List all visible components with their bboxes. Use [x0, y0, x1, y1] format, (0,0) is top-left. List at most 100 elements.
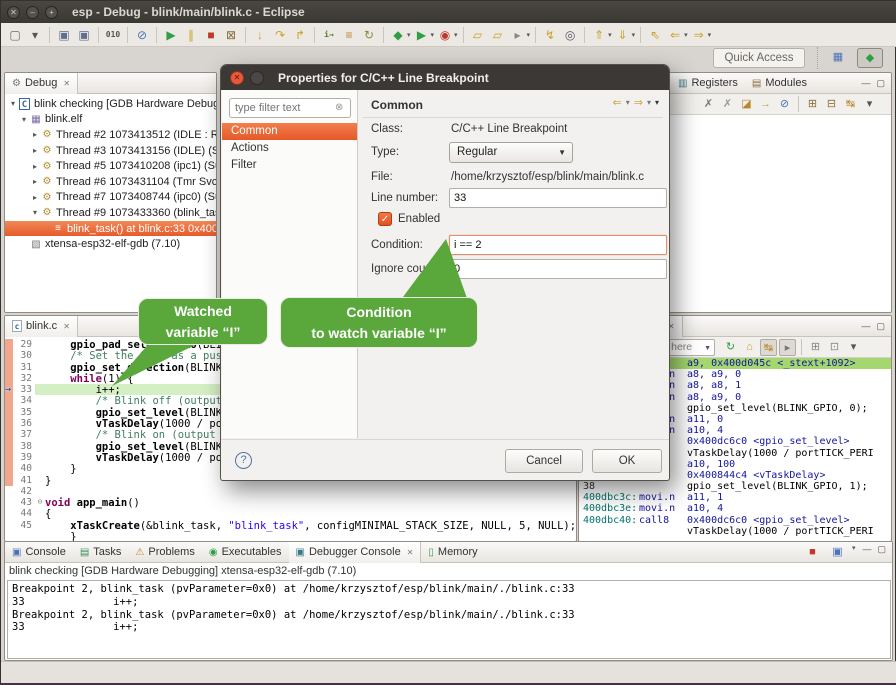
dialog-maximize-button[interactable] [250, 71, 264, 85]
tab-problems[interactable]: ⚠Problems [128, 542, 201, 563]
disconnect-icon[interactable]: ⊠ [222, 26, 240, 44]
minimize-icon[interactable]: — [861, 321, 870, 332]
expanded-icon[interactable]: ▾ [8, 99, 18, 108]
chevron-down-icon[interactable]: ▾ [632, 31, 636, 39]
launch-icon[interactable]: ▸ [509, 26, 527, 44]
tab-memory[interactable]: ▯Memory [421, 542, 484, 563]
display-console-icon[interactable]: ▣ [829, 544, 846, 561]
track-icon[interactable]: ▸ [779, 339, 796, 356]
home-icon[interactable]: ⌂ [741, 339, 758, 356]
flash-icon[interactable]: ↯ [541, 26, 559, 44]
collapsed-icon[interactable]: ▸ [30, 162, 40, 171]
step-over-icon[interactable]: ↷ [271, 26, 289, 44]
view-menu-icon[interactable]: ▾ [861, 96, 878, 113]
collapse-all-icon[interactable]: ⊟ [823, 96, 840, 113]
debug-tree-row[interactable]: ▾▦blink.elf [5, 112, 216, 128]
goto-file-icon[interactable]: → [757, 96, 774, 113]
resume-icon[interactable]: ▶ [162, 26, 180, 44]
tab-blink-c[interactable]: c blink.c ✕ [5, 316, 78, 337]
new-view-icon[interactable]: ⊞ [807, 339, 824, 356]
forward-icon[interactable]: ⇒ [690, 26, 708, 44]
profile-icon[interactable]: ◉ [436, 26, 454, 44]
step-return-icon[interactable]: ↱ [291, 26, 309, 44]
close-icon[interactable]: ✕ [63, 322, 70, 331]
minimize-icon[interactable]: — [861, 78, 870, 89]
maximize-icon[interactable]: ▢ [877, 544, 886, 561]
line-number-input[interactable] [449, 188, 667, 208]
maximize-icon[interactable]: ▢ [876, 78, 885, 89]
suspend-icon[interactable]: ∥ [182, 26, 200, 44]
c-perspective-button[interactable]: ▦ [825, 48, 851, 68]
terminate-icon[interactable]: ■ [202, 26, 220, 44]
window-minimize-button[interactable]: – [26, 6, 39, 19]
chevron-down-icon[interactable]: ▾ [407, 31, 411, 39]
chevron-down-icon[interactable]: ▾ [684, 31, 688, 39]
chevron-down-icon[interactable]: ▾ [852, 544, 856, 561]
dialog-nav-item-filter[interactable]: Filter [222, 157, 357, 174]
forward-icon[interactable]: ⇒ [634, 96, 643, 109]
pin-icon[interactable]: ⊡ [826, 339, 843, 356]
tab-console[interactable]: ▣Console [5, 542, 73, 563]
forward-dropdown-icon[interactable]: ▾ [647, 98, 651, 107]
expanded-icon[interactable]: ▾ [30, 208, 40, 217]
expand-all-icon[interactable]: ⊞ [804, 96, 821, 113]
window-maximize-button[interactable]: + [45, 6, 58, 19]
chevron-down-icon[interactable]: ▾ [527, 31, 531, 39]
step-into-icon[interactable]: ↓ [251, 26, 269, 44]
clear-filter-icon[interactable]: ⊗ [335, 102, 343, 113]
save-icon[interactable]: ▣ [55, 26, 73, 44]
open-project-icon[interactable]: ▱ [469, 26, 487, 44]
import-icon[interactable]: ▱ [489, 26, 507, 44]
remove-breakpoint-icon[interactable]: ✗ [700, 96, 717, 113]
window-close-button[interactable]: ✕ [7, 6, 20, 19]
reverse-icon[interactable]: ↻ [360, 26, 378, 44]
back-dropdown-icon[interactable]: ▾ [626, 98, 630, 107]
show-supported-icon[interactable]: ◪ [738, 96, 755, 113]
console-output[interactable]: Breakpoint 2, blink_task (pvParameter=0x… [7, 580, 891, 659]
enabled-checkbox[interactable]: ✓ [378, 212, 392, 226]
maximize-icon[interactable]: ▢ [876, 321, 885, 332]
skip-all-icon[interactable]: ⊘ [776, 96, 793, 113]
ok-button[interactable]: OK [592, 449, 662, 473]
tab-tasks[interactable]: ▤Tasks [73, 542, 129, 563]
run-icon[interactable]: ▶ [413, 26, 431, 44]
collapsed-icon[interactable]: ▸ [30, 177, 40, 186]
view-menu-icon[interactable]: ▾ [845, 339, 862, 356]
dialog-nav-item-common[interactable]: Common [222, 123, 357, 140]
stack-frame-row[interactable]: ≡blink_task() at blink.c:33 0x400db [5, 221, 216, 237]
tab-modules[interactable]: ▤Modules [745, 73, 814, 94]
external-icon[interactable]: ◎ [561, 26, 579, 44]
debug-tree-row[interactable]: ▸⚙Thread #3 1073413156 (IDLE) (Susp [5, 143, 216, 159]
back-icon[interactable]: ⇐ [613, 96, 622, 109]
debug-perspective-button[interactable]: ◆ [857, 48, 883, 68]
sync-icon[interactable]: ↹ [760, 339, 777, 356]
filter-input[interactable] [229, 98, 351, 118]
expanded-icon[interactable]: ▾ [19, 115, 29, 124]
last-edit-icon[interactable]: ⇖ [646, 26, 664, 44]
tab-debugger-console[interactable]: ▣Debugger Console✕ [289, 542, 422, 563]
close-icon[interactable]: ✕ [407, 548, 414, 557]
dialog-nav-item-actions[interactable]: Actions [222, 140, 357, 157]
condition-input[interactable] [449, 235, 667, 255]
new-wizard-icon[interactable]: ▢ [6, 26, 24, 44]
tab-registers[interactable]: ▥Registers [671, 73, 745, 94]
debug-tree-row[interactable]: ▾Cblink checking [GDB Hardware Debug [5, 96, 216, 112]
dialog-close-button[interactable]: ✕ [230, 71, 244, 85]
debug-tree-row[interactable]: ▸⚙Thread #7 1073408744 (ipc0) (Susp [5, 190, 216, 206]
collapsed-icon[interactable]: ▸ [30, 146, 40, 155]
chevron-down-icon[interactable]: ▼ [704, 341, 711, 356]
binary-icon[interactable]: 010 [104, 26, 122, 44]
next-annotation-icon[interactable]: ⇓ [614, 26, 632, 44]
chevron-down-icon[interactable]: ▾ [608, 31, 612, 39]
instruction-stepping-icon[interactable]: i→ [320, 26, 338, 44]
back-icon[interactable]: ⇐ [666, 26, 684, 44]
debug-tree-row[interactable]: ▸⚙Thread #2 1073413512 (IDLE : Runn [5, 127, 216, 143]
breakpoint-instruction-pointer-icon[interactable]: → [5, 384, 11, 395]
remove-all-breakpoints-icon[interactable]: ✗ [719, 96, 736, 113]
view-menu-icon[interactable]: ▾ [655, 98, 659, 107]
refresh-icon[interactable]: ↻ [722, 339, 739, 356]
collapsed-icon[interactable]: ▸ [30, 193, 40, 202]
new-dropdown-icon[interactable]: ▾ [26, 26, 44, 44]
collapsed-icon[interactable]: ▸ [30, 130, 40, 139]
debug-icon[interactable]: ◆ [389, 26, 407, 44]
